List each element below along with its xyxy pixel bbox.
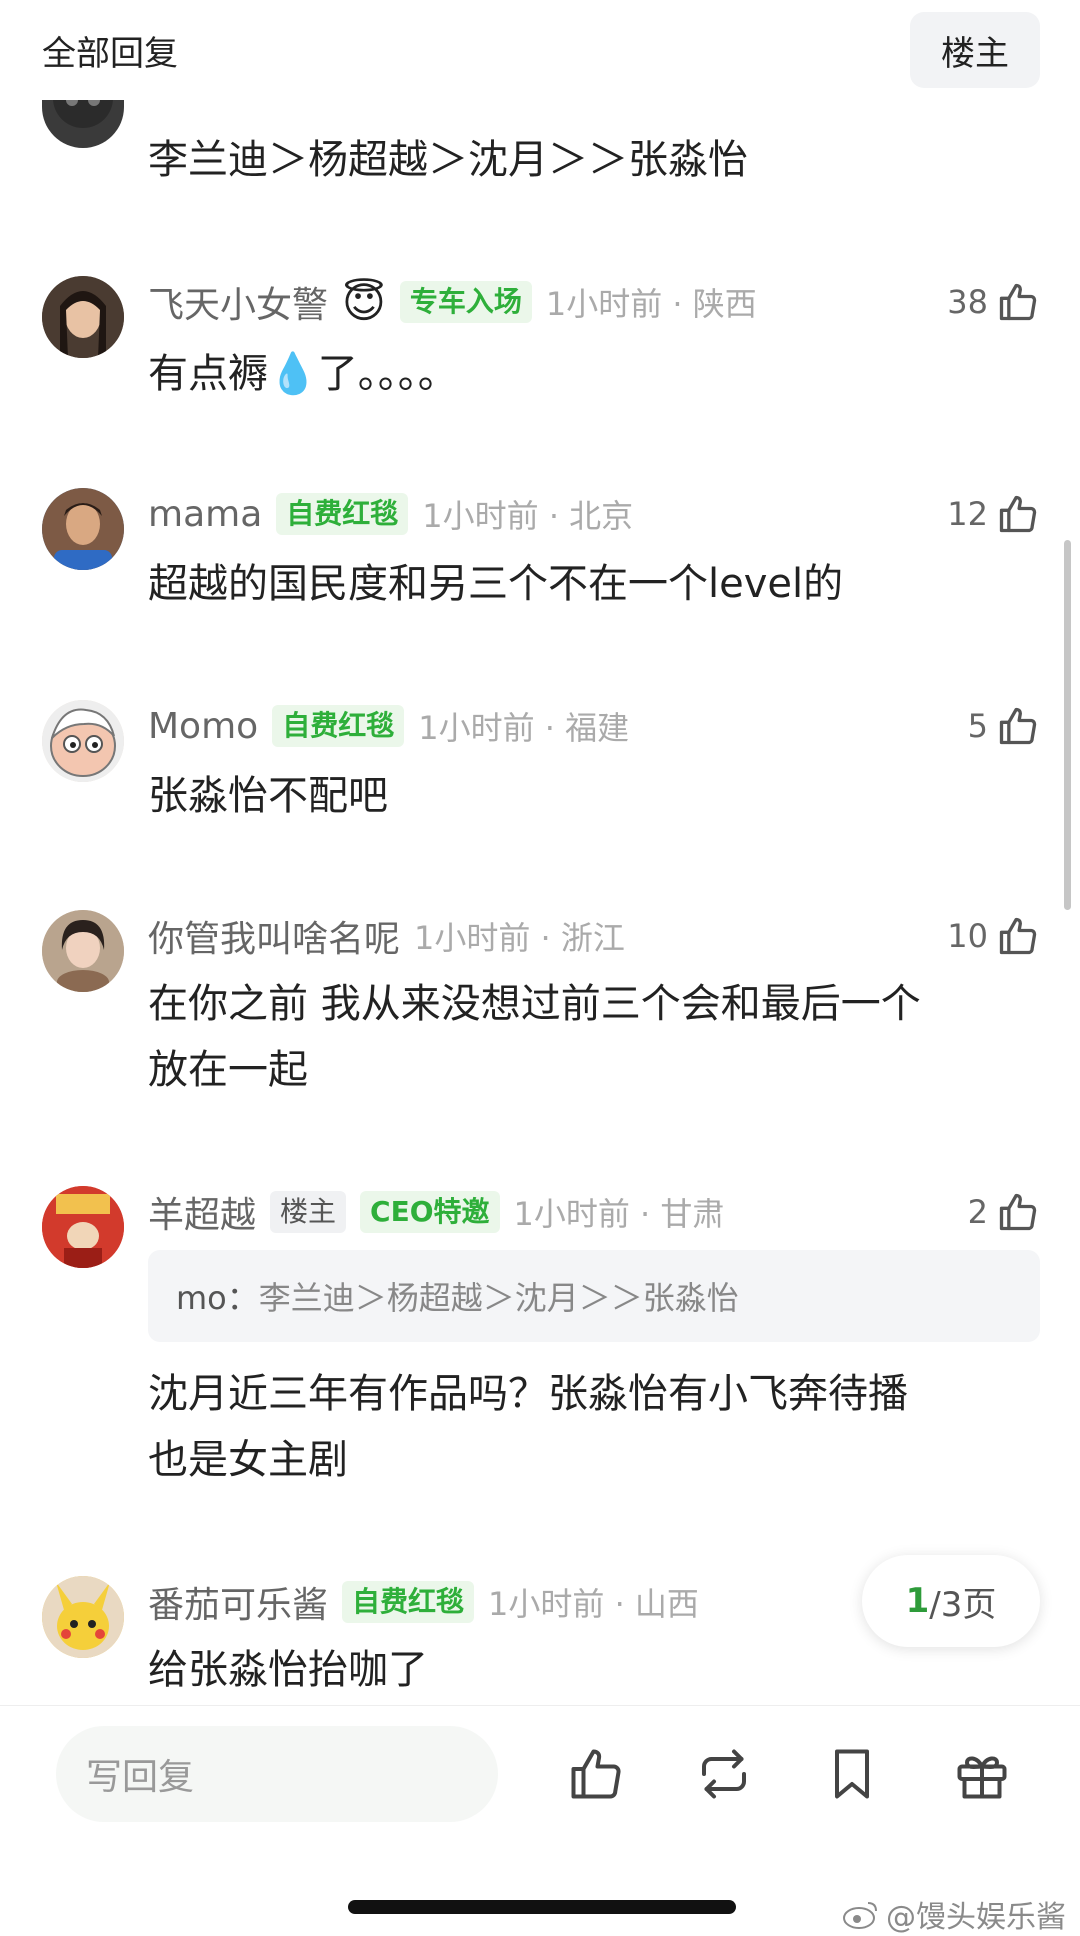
comment-meta: Momo 自费红毯 1小时前 · 福建 xyxy=(148,701,629,751)
op-tag: 楼主 xyxy=(270,1191,347,1233)
bookmark-icon[interactable] xyxy=(822,1744,882,1804)
like-count: 10 xyxy=(947,917,988,955)
watermark-text: @馒头娱乐酱 xyxy=(886,1900,1066,1935)
like-count: 5 xyxy=(967,707,988,745)
comment-text: 张淼怡不配吧 xyxy=(148,773,388,819)
op-only-button[interactable]: 楼主 xyxy=(910,12,1040,88)
like-button[interactable]: 12 xyxy=(947,489,1040,539)
bottom-action-bar: 写回复 @馒头娱乐酱 xyxy=(0,1705,1080,1935)
timestamp: 1小时前 · 北京 xyxy=(422,497,634,535)
like-count: 38 xyxy=(947,283,988,321)
avatar[interactable] xyxy=(42,1576,124,1658)
thumbs-up-icon xyxy=(999,917,1037,955)
username[interactable]: 飞天小女警 xyxy=(148,276,328,328)
avatar[interactable] xyxy=(42,276,124,358)
timestamp: 1小时前 · 山西 xyxy=(488,1585,699,1623)
timestamp: 1小时前 · 浙江 xyxy=(414,919,625,957)
quoted-reply[interactable]: mo： 李兰迪＞杨超越＞沈月＞＞张淼怡 xyxy=(148,1250,1040,1342)
timestamp: 1小时前 · 陕西 xyxy=(545,285,757,323)
timestamp: 1小时前 · 福建 xyxy=(418,709,630,747)
comment-text-line: 在你之前 我从来没想过前三个会和最后一个 xyxy=(148,981,921,1027)
user-tag: CEO特邀 xyxy=(360,1191,500,1233)
user-tag: 自费红毯 xyxy=(276,493,409,535)
watermark: @馒头娱乐酱 xyxy=(842,1892,1066,1936)
home-indicator xyxy=(348,1900,736,1914)
like-count: 12 xyxy=(947,495,988,533)
comment-meta: 番茄可乐酱 自费红毯 1小时前 · 山西 xyxy=(148,1577,699,1627)
like-count: 2 xyxy=(967,1193,988,1231)
comment-text: 有点褥💧了。。。。 xyxy=(148,351,458,397)
comment-text-line: 放在一起 xyxy=(148,1047,308,1093)
like-icon[interactable] xyxy=(566,1744,626,1804)
comment-meta: mama 自费红毯 1小时前 · 北京 xyxy=(148,489,633,539)
total-pages: /3页 xyxy=(929,1584,997,1625)
username[interactable]: 你管我叫啥名呢 xyxy=(148,910,400,962)
username[interactable]: Momo xyxy=(148,706,258,747)
comment-meta: 你管我叫啥名呢 1小时前 · 浙江 xyxy=(148,911,625,961)
like-button[interactable]: 5 xyxy=(968,701,1040,751)
thumbs-up-icon xyxy=(999,1193,1037,1231)
header: 全部回复 楼主 xyxy=(0,0,1080,100)
weibo-icon xyxy=(843,1902,877,1929)
comment-text: 李兰迪＞杨超越＞沈月＞＞张淼怡 xyxy=(148,137,748,183)
thumbs-up-icon xyxy=(999,707,1037,745)
user-tag: 专车入场 xyxy=(399,281,532,323)
comment-text: 超越的国民度和另三个不在一个level的 xyxy=(148,561,844,607)
reply-input[interactable]: 写回复 xyxy=(56,1726,498,1822)
timestamp: 1小时前 · 甘肃 xyxy=(513,1195,725,1233)
comment-meta: 羊超越 楼主 CEO特邀 1小时前 · 甘肃 xyxy=(148,1187,724,1237)
current-page: 1 xyxy=(905,1581,930,1621)
comment-meta: 飞天小女警 😇 专车入场 1小时前 · 陕西 xyxy=(148,277,757,327)
avatar[interactable] xyxy=(42,488,124,570)
username[interactable]: 羊超越 xyxy=(148,1186,256,1238)
username[interactable]: 番茄可乐酱 xyxy=(148,1576,328,1628)
like-button[interactable]: 38 xyxy=(947,277,1040,327)
user-tag: 自费红毯 xyxy=(342,1581,475,1623)
thumbs-up-icon xyxy=(999,495,1037,533)
like-button[interactable]: 10 xyxy=(947,911,1040,961)
emoji-halo-icon: 😇 xyxy=(342,277,386,327)
gift-icon[interactable] xyxy=(952,1744,1012,1804)
scrollbar[interactable] xyxy=(1064,540,1071,910)
comment-text: 给张淼怡抬咖了 xyxy=(148,1647,428,1693)
username[interactable]: mama xyxy=(148,494,262,535)
thumbs-up-icon xyxy=(999,283,1037,321)
avatar[interactable] xyxy=(42,1186,124,1268)
quoted-username: mo： xyxy=(176,1279,259,1317)
repost-icon[interactable] xyxy=(694,1744,754,1804)
avatar[interactable] xyxy=(42,910,124,992)
avatar[interactable] xyxy=(42,700,124,782)
comment-text-line: 沈月近三年有作品吗？张淼怡有小飞奔待播 xyxy=(148,1371,908,1417)
comment-text-line: 也是女主剧 xyxy=(148,1437,348,1483)
page-indicator[interactable]: 1/3页 xyxy=(862,1555,1040,1647)
quoted-text: 李兰迪＞杨超越＞沈月＞＞张淼怡 xyxy=(258,1279,739,1317)
page-title: 全部回复 xyxy=(42,34,178,74)
user-tag: 自费红毯 xyxy=(272,705,405,747)
like-button[interactable]: 2 xyxy=(968,1187,1040,1237)
